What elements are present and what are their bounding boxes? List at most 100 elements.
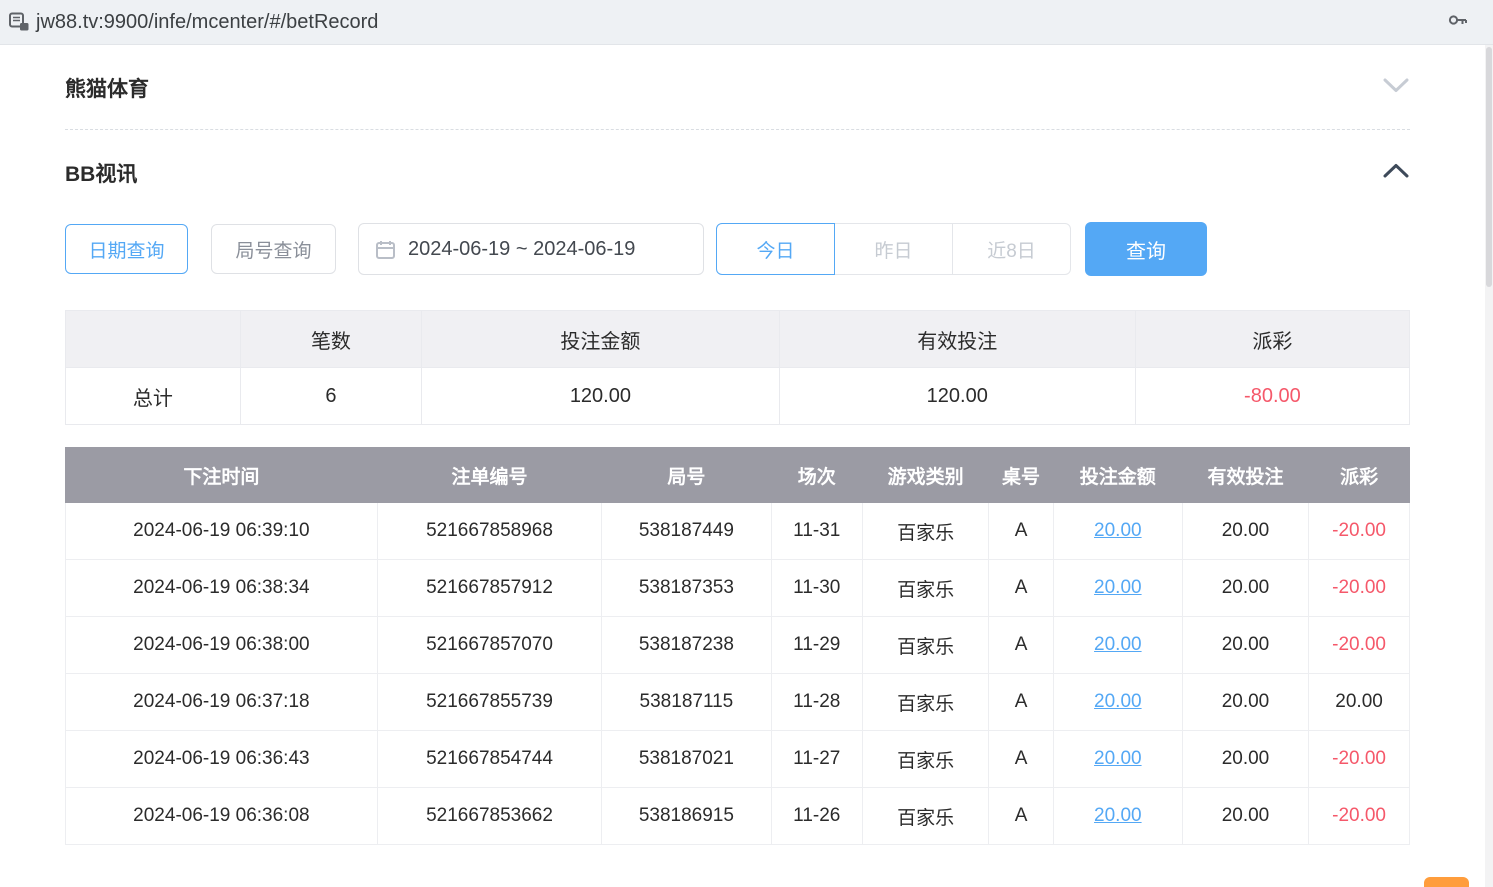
filter-toolbar: 日期查询 局号查询 2024-06-19 ~ 2024-06-19 今日 昨日 … bbox=[65, 222, 1410, 276]
bet-time-cell: 2024-06-19 06:36:08 bbox=[66, 788, 378, 845]
bet-time-cell: 2024-06-19 06:38:34 bbox=[66, 560, 378, 617]
summary-valid-bet-value: 120.00 bbox=[779, 368, 1135, 425]
bet-time-cell: 2024-06-19 06:37:18 bbox=[66, 674, 378, 731]
payout-cell: -20.00 bbox=[1309, 560, 1410, 617]
floating-action-button[interactable] bbox=[1424, 877, 1469, 887]
bet-record-table: 下注时间 注单编号 局号 场次 游戏类别 桌号 投注金额 有效投注 派彩 202… bbox=[65, 447, 1410, 845]
bet-time-cell: 2024-06-19 06:38:00 bbox=[66, 617, 378, 674]
header-valid-bet: 有效投注 bbox=[1182, 448, 1308, 503]
valid-bet-cell: 20.00 bbox=[1182, 560, 1308, 617]
round-no-cell: 538187353 bbox=[602, 560, 771, 617]
summary-header-row: 笔数 投注金额 有效投注 派彩 bbox=[66, 311, 1410, 368]
bet-amount-link[interactable]: 20.00 bbox=[1094, 805, 1142, 826]
bet-id-cell: 521667857070 bbox=[377, 617, 601, 674]
bet-amount-link[interactable]: 20.00 bbox=[1094, 748, 1142, 769]
last-8-days-button[interactable]: 近8日 bbox=[952, 223, 1071, 275]
round-no-cell: 538187115 bbox=[602, 674, 771, 731]
section-panda-sports[interactable]: 熊猫体育 bbox=[65, 45, 1410, 129]
table-row: 2024-06-19 06:38:34 521667857912 5381873… bbox=[66, 560, 1410, 617]
scrollbar-thumb[interactable] bbox=[1486, 47, 1492, 287]
table-no-cell: A bbox=[989, 560, 1054, 617]
table-no-cell: A bbox=[989, 617, 1054, 674]
payout-cell: -20.00 bbox=[1309, 617, 1410, 674]
bet-id-cell: 521667855739 bbox=[377, 674, 601, 731]
table-row: 2024-06-19 06:37:18 521667855739 5381871… bbox=[66, 674, 1410, 731]
session-cell: 11-26 bbox=[771, 788, 862, 845]
summary-header-valid-bet: 有效投注 bbox=[779, 311, 1135, 368]
summary-count-value: 6 bbox=[240, 368, 421, 425]
header-payout: 派彩 bbox=[1309, 448, 1410, 503]
summary-bet-amount-value: 120.00 bbox=[422, 368, 780, 425]
payout-cell: -20.00 bbox=[1309, 503, 1410, 560]
summary-header-payout: 派彩 bbox=[1135, 311, 1409, 368]
table-no-cell: A bbox=[989, 731, 1054, 788]
table-no-cell: A bbox=[989, 503, 1054, 560]
url-text[interactable]: jw88.tv:9900/infe/mcenter/#/betRecord bbox=[36, 11, 378, 34]
date-range-picker[interactable]: 2024-06-19 ~ 2024-06-19 bbox=[358, 223, 704, 275]
game-type-cell: 百家乐 bbox=[862, 674, 988, 731]
summary-total-label: 总计 bbox=[66, 368, 241, 425]
bet-id-cell: 521667853662 bbox=[377, 788, 601, 845]
game-type-cell: 百家乐 bbox=[862, 617, 988, 674]
summary-header-blank bbox=[66, 311, 241, 368]
quick-date-group: 今日 昨日 近8日 bbox=[716, 223, 1071, 275]
yesterday-button[interactable]: 昨日 bbox=[834, 223, 953, 275]
bet-amount-link[interactable]: 20.00 bbox=[1094, 577, 1142, 598]
round-query-tab[interactable]: 局号查询 bbox=[211, 224, 336, 274]
section-panda-title: 熊猫体育 bbox=[65, 73, 149, 103]
summary-header-count: 笔数 bbox=[240, 311, 421, 368]
summary-total-row: 总计 6 120.00 120.00 -80.00 bbox=[66, 368, 1410, 425]
header-game-type: 游戏类别 bbox=[862, 448, 988, 503]
table-row: 2024-06-19 06:36:43 521667854744 5381870… bbox=[66, 731, 1410, 788]
date-range-value[interactable]: 2024-06-19 ~ 2024-06-19 bbox=[408, 238, 635, 261]
table-no-cell: A bbox=[989, 674, 1054, 731]
valid-bet-cell: 20.00 bbox=[1182, 731, 1308, 788]
header-table-no: 桌号 bbox=[989, 448, 1054, 503]
header-bet-amount: 投注金额 bbox=[1053, 448, 1182, 503]
session-cell: 11-29 bbox=[771, 617, 862, 674]
table-header-row: 下注时间 注单编号 局号 场次 游戏类别 桌号 投注金额 有效投注 派彩 bbox=[66, 448, 1410, 503]
summary-table: 笔数 投注金额 有效投注 派彩 总计 6 120.00 120.00 -80.0… bbox=[65, 310, 1410, 425]
section-bb-video[interactable]: BB视讯 bbox=[65, 130, 1410, 214]
bet-record-page: 熊猫体育 BB视讯 日期查询 局号查询 2024-06-19 ~ bbox=[0, 45, 1493, 845]
game-type-cell: 百家乐 bbox=[862, 731, 988, 788]
bet-amount-link[interactable]: 20.00 bbox=[1094, 520, 1142, 541]
summary-header-bet-amount: 投注金额 bbox=[422, 311, 780, 368]
table-row: 2024-06-19 06:39:10 521667858968 5381874… bbox=[66, 503, 1410, 560]
key-icon[interactable] bbox=[1447, 9, 1469, 36]
site-icon[interactable] bbox=[4, 10, 34, 34]
scrollbar[interactable] bbox=[1485, 45, 1493, 887]
game-type-cell: 百家乐 bbox=[862, 503, 988, 560]
browser-address-bar[interactable]: jw88.tv:9900/infe/mcenter/#/betRecord bbox=[0, 0, 1493, 45]
header-bet-id: 注单编号 bbox=[377, 448, 601, 503]
bet-time-cell: 2024-06-19 06:36:43 bbox=[66, 731, 378, 788]
bet-time-cell: 2024-06-19 06:39:10 bbox=[66, 503, 378, 560]
chevron-up-icon[interactable] bbox=[1382, 162, 1410, 184]
bet-id-cell: 521667854744 bbox=[377, 731, 601, 788]
session-cell: 11-30 bbox=[771, 560, 862, 617]
header-round-no: 局号 bbox=[602, 448, 771, 503]
date-query-tab[interactable]: 日期查询 bbox=[65, 224, 188, 274]
payout-cell: 20.00 bbox=[1309, 674, 1410, 731]
chevron-down-icon[interactable] bbox=[1382, 77, 1410, 99]
table-row: 2024-06-19 06:36:08 521667853662 5381869… bbox=[66, 788, 1410, 845]
calendar-icon bbox=[375, 239, 396, 260]
search-button[interactable]: 查询 bbox=[1085, 222, 1207, 276]
valid-bet-cell: 20.00 bbox=[1182, 617, 1308, 674]
game-type-cell: 百家乐 bbox=[862, 560, 988, 617]
game-type-cell: 百家乐 bbox=[862, 788, 988, 845]
payout-cell: -20.00 bbox=[1309, 788, 1410, 845]
round-no-cell: 538187238 bbox=[602, 617, 771, 674]
today-button[interactable]: 今日 bbox=[716, 223, 835, 275]
bet-amount-link[interactable]: 20.00 bbox=[1094, 634, 1142, 655]
table-no-cell: A bbox=[989, 788, 1054, 845]
payout-cell: -20.00 bbox=[1309, 731, 1410, 788]
round-no-cell: 538187021 bbox=[602, 731, 771, 788]
valid-bet-cell: 20.00 bbox=[1182, 788, 1308, 845]
table-row: 2024-06-19 06:38:00 521667857070 5381872… bbox=[66, 617, 1410, 674]
round-no-cell: 538186915 bbox=[602, 788, 771, 845]
summary-payout-value: -80.00 bbox=[1135, 368, 1409, 425]
session-cell: 11-27 bbox=[771, 731, 862, 788]
section-bb-title: BB视讯 bbox=[65, 158, 137, 188]
bet-amount-link[interactable]: 20.00 bbox=[1094, 691, 1142, 712]
